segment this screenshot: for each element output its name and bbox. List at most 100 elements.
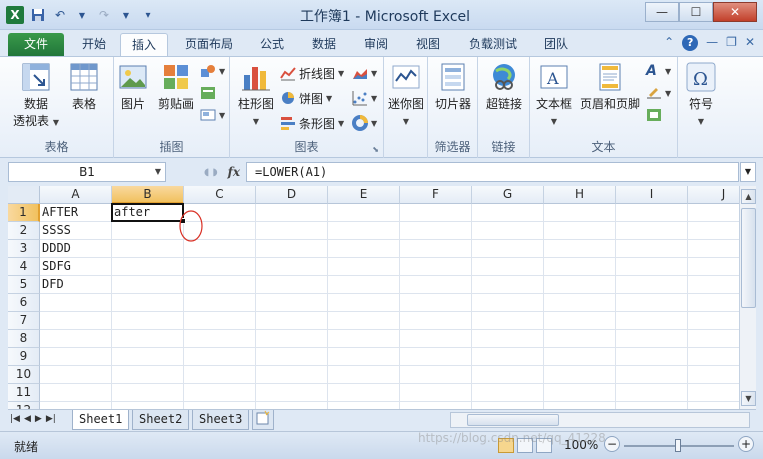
cell-h5[interactable] — [544, 276, 616, 294]
cell-i3[interactable] — [616, 240, 688, 258]
cell-d3[interactable] — [256, 240, 328, 258]
horizontal-scroll-thumb[interactable] — [467, 414, 559, 426]
cell-d12[interactable] — [256, 402, 328, 409]
column-header-f[interactable]: F — [400, 186, 472, 204]
cell-i7[interactable] — [616, 312, 688, 330]
cell-j11[interactable] — [688, 384, 739, 402]
cell-e6[interactable] — [328, 294, 400, 312]
cell-d6[interactable] — [256, 294, 328, 312]
row-header-3[interactable]: 3 — [8, 240, 40, 258]
cell-a7[interactable] — [40, 312, 112, 330]
tab-load-test[interactable]: 负载测试 — [460, 33, 526, 56]
picture-button[interactable]: 图片 — [114, 61, 152, 113]
minimize-ribbon-icon[interactable]: ⌃ — [664, 35, 674, 51]
cell-i8[interactable] — [616, 330, 688, 348]
insert-sheet-icon[interactable] — [252, 410, 274, 430]
help-icon[interactable]: ? — [682, 35, 699, 51]
cell-j2[interactable] — [688, 222, 739, 240]
last-sheet-icon[interactable]: ▶| — [46, 414, 56, 424]
cell-e9[interactable] — [328, 348, 400, 366]
column-header-e[interactable]: E — [328, 186, 400, 204]
cell-i4[interactable] — [616, 258, 688, 276]
cell-e3[interactable] — [328, 240, 400, 258]
cell-f4[interactable] — [400, 258, 472, 276]
cell-d8[interactable] — [256, 330, 328, 348]
shapes-button[interactable]: ▼ — [200, 61, 225, 81]
cell-c6[interactable] — [184, 294, 256, 312]
customize-qat-icon[interactable]: ▾ — [140, 7, 156, 23]
cell-j9[interactable] — [688, 348, 739, 366]
cell-e8[interactable] — [328, 330, 400, 348]
cell-i2[interactable] — [616, 222, 688, 240]
bar-chart-button[interactable]: 条形图 ▼ — [280, 113, 344, 133]
cell-g3[interactable] — [472, 240, 544, 258]
cell-e10[interactable] — [328, 366, 400, 384]
zoom-slider-thumb[interactable] — [675, 439, 681, 452]
pie-chart-button[interactable]: 饼图 ▼ — [280, 88, 332, 108]
resize-handle-icon[interactable]: ◖ ◗ — [204, 167, 218, 178]
tab-file[interactable]: 文件 — [8, 33, 64, 56]
first-sheet-icon[interactable]: |◀ — [10, 414, 20, 424]
cell-d5[interactable] — [256, 276, 328, 294]
vertical-scrollbar[interactable]: ▲ ▼ — [739, 186, 756, 409]
cell-a12[interactable] — [40, 402, 112, 409]
sheet-tab-2[interactable]: Sheet2 — [132, 410, 190, 430]
cell-a3[interactable]: DDDD — [40, 240, 112, 258]
column-header-i[interactable]: I — [616, 186, 688, 204]
cell-b4[interactable] — [112, 258, 184, 276]
cell-b8[interactable] — [112, 330, 184, 348]
cell-h2[interactable] — [544, 222, 616, 240]
excel-logo-icon[interactable]: X — [6, 6, 24, 24]
slicer-button[interactable]: 切片器 — [428, 61, 478, 113]
minimize-icon[interactable]: — — [706, 35, 718, 51]
cell-b5[interactable] — [112, 276, 184, 294]
cell-j5[interactable] — [688, 276, 739, 294]
formula-input[interactable]: =LOWER(A1) — [246, 162, 739, 182]
column-header-d[interactable]: D — [256, 186, 328, 204]
cell-f7[interactable] — [400, 312, 472, 330]
cell-g11[interactable] — [472, 384, 544, 402]
column-header-c[interactable]: C — [184, 186, 256, 204]
sheet-tab-1[interactable]: Sheet1 — [72, 410, 130, 430]
cell-c9[interactable] — [184, 348, 256, 366]
sparkline-button[interactable]: 迷你图 ▼ — [384, 61, 428, 130]
cell-i6[interactable] — [616, 294, 688, 312]
next-sheet-icon[interactable]: ▶ — [35, 414, 42, 424]
prev-sheet-icon[interactable]: ◀ — [24, 414, 31, 424]
cell-j3[interactable] — [688, 240, 739, 258]
cell-h10[interactable] — [544, 366, 616, 384]
scroll-up-icon[interactable]: ▲ — [741, 189, 756, 204]
cell-a5[interactable]: DFD — [40, 276, 112, 294]
cell-c5[interactable] — [184, 276, 256, 294]
chevron-down-icon[interactable]: ▼ — [74, 7, 90, 23]
textbox-button[interactable]: A 文本框 ▼ — [532, 61, 576, 130]
tab-page-layout[interactable]: 页面布局 — [176, 33, 242, 56]
cell-c12[interactable] — [184, 402, 256, 409]
cell-h11[interactable] — [544, 384, 616, 402]
cell-f6[interactable] — [400, 294, 472, 312]
cell-j10[interactable] — [688, 366, 739, 384]
row-header-4[interactable]: 4 — [8, 258, 40, 276]
column-header-j[interactable]: J — [688, 186, 739, 204]
cell-b12[interactable] — [112, 402, 184, 409]
cell-h12[interactable] — [544, 402, 616, 409]
cell-i9[interactable] — [616, 348, 688, 366]
cell-g12[interactable] — [472, 402, 544, 409]
cell-i11[interactable] — [616, 384, 688, 402]
cell-f10[interactable] — [400, 366, 472, 384]
cell-c10[interactable] — [184, 366, 256, 384]
cell-h4[interactable] — [544, 258, 616, 276]
cell-i12[interactable] — [616, 402, 688, 409]
hyperlink-button[interactable]: 超链接 — [478, 61, 530, 113]
undo-icon[interactable]: ↶ — [52, 7, 68, 23]
row-header-2[interactable]: 2 — [8, 222, 40, 240]
row-header-6[interactable]: 6 — [8, 294, 40, 312]
cell-b2[interactable] — [112, 222, 184, 240]
cell-g8[interactable] — [472, 330, 544, 348]
horizontal-scrollbar[interactable] — [450, 412, 750, 428]
cell-f9[interactable] — [400, 348, 472, 366]
cell-j6[interactable] — [688, 294, 739, 312]
cell-e4[interactable] — [328, 258, 400, 276]
cell-j12[interactable] — [688, 402, 739, 409]
cell-g10[interactable] — [472, 366, 544, 384]
